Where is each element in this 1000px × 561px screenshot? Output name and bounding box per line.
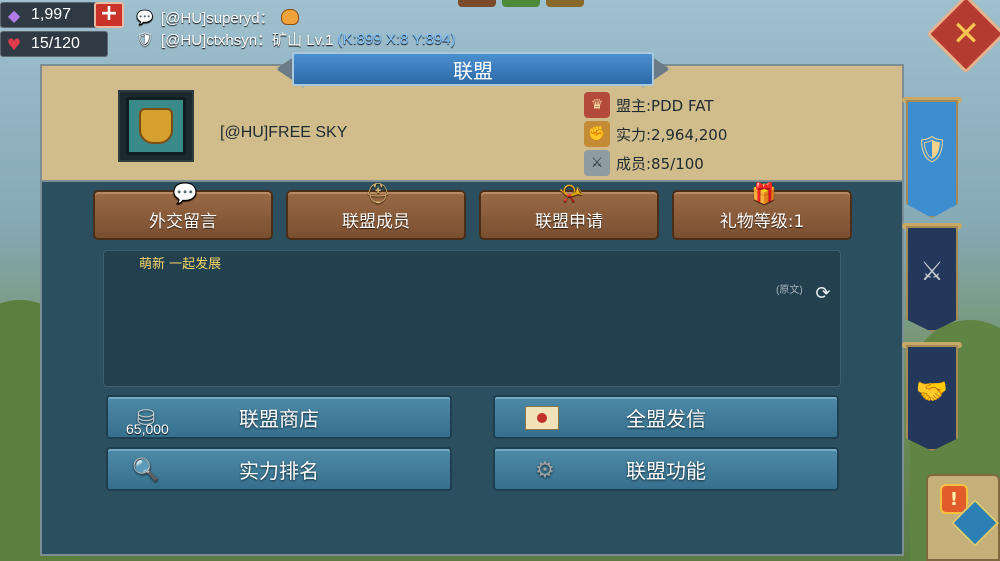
gift-level-button[interactable]: 🎁 礼物等级:1: [672, 181, 852, 240]
stamina-counter: ♥ 15/120: [0, 31, 108, 57]
leader-text: 盟主:PDD FAT: [616, 96, 714, 115]
button-label: 联盟功能: [626, 458, 706, 483]
winged-shield-icon: 🛡: [915, 135, 949, 165]
button-label: 礼物等级:1: [719, 212, 805, 232]
gift-icon: 🎁: [751, 181, 777, 205]
announcement-text: 萌新 一起发展: [139, 257, 222, 272]
top-tab-brown[interactable]: [458, 0, 496, 7]
emote-icon: [280, 9, 299, 25]
add-gems-button[interactable]: +: [94, 2, 124, 28]
fist-icon: ✊: [584, 121, 610, 147]
alliance-mail-button[interactable]: 全盟发信: [493, 395, 839, 439]
original-text-label[interactable]: (原文): [776, 281, 803, 296]
alliance-name: [@HU]FREE SKY: [220, 124, 348, 141]
gems-value: 1,997: [31, 6, 72, 23]
alliance-functions-button[interactable]: ⚙ 联盟功能: [493, 447, 839, 491]
button-label: 全盟发信: [626, 406, 706, 431]
coordinates-link[interactable]: (K:899 X:8 Y:894): [338, 31, 456, 48]
handshake-icon: 🤝: [915, 377, 949, 407]
chat-bubble-icon: 💬: [136, 8, 154, 25]
button-label: 外交留言: [149, 212, 217, 232]
close-icon[interactable]: ✕: [938, 6, 994, 62]
gear-icon: ⚙: [535, 457, 555, 483]
chat-ticker[interactable]: 💬 [@HU]superyd： 🛡 [@HU]ctxhsyn：矿山 Lv.1 (…: [136, 6, 456, 50]
chat-line[interactable]: 🛡 [@HU]ctxhsyn：矿山 Lv.1 (K:899 X:8 Y:894): [136, 28, 456, 50]
chat-icon: 💬: [172, 181, 198, 205]
plus-icon: +: [99, 1, 119, 26]
alliance-badge-icon: 🛡: [136, 30, 154, 47]
alliance-emblem-icon[interactable]: [126, 97, 186, 155]
window-title: 联盟: [292, 52, 654, 86]
alliance-applications-button[interactable]: 📯 联盟申请: [479, 181, 659, 240]
heart-icon: ♥: [6, 34, 22, 54]
gems-counter: ◆ 1,997: [0, 2, 108, 28]
stamina-value: 15/120: [31, 35, 80, 52]
diplomacy-messages-button[interactable]: 💬 外交留言: [93, 181, 273, 240]
alliance-members: ⚔ 成员:85/100: [584, 150, 704, 176]
gem-icon: ◆: [7, 5, 21, 25]
leader-icon: ♛: [584, 92, 610, 118]
top-tab-green[interactable]: [502, 0, 540, 7]
alliance-leader: ♛ 盟主:PDD FAT: [584, 92, 713, 118]
alliance-members-button[interactable]: ⛑ 联盟成员: [286, 181, 466, 240]
crossed-swords-icon: ⚔: [920, 257, 944, 287]
chat-message: [@HU]ctxhsyn：矿山 Lv.1: [161, 31, 334, 49]
power-ranking-button[interactable]: 🔍 实力排名: [106, 447, 452, 491]
top-tab-gold[interactable]: [546, 0, 584, 7]
horn-icon: 📯: [558, 181, 584, 205]
button-label: 实力排名: [239, 458, 319, 483]
magnifier-icon: 🔍: [132, 457, 160, 483]
members-text: 成员:85/100: [616, 154, 704, 173]
button-label: 联盟申请: [535, 212, 603, 232]
power-text: 实力:2,964,200: [616, 125, 728, 144]
button-label: 联盟商店: [239, 406, 319, 431]
letter-icon: [525, 406, 559, 430]
shop-currency-amount: 65,000: [126, 421, 169, 437]
chat-line[interactable]: 💬 [@HU]superyd：: [136, 6, 456, 28]
lion-face-icon: [139, 108, 173, 144]
alliance-power: ✊ 实力:2,964,200: [584, 121, 727, 147]
translate-refresh-icon[interactable]: ⟳: [812, 282, 834, 304]
button-label: 联盟成员: [342, 212, 410, 232]
helmet-icon: ⛑: [365, 181, 391, 205]
members-icon: ⚔: [584, 150, 610, 176]
chat-message: [@HU]superyd：: [161, 9, 275, 27]
